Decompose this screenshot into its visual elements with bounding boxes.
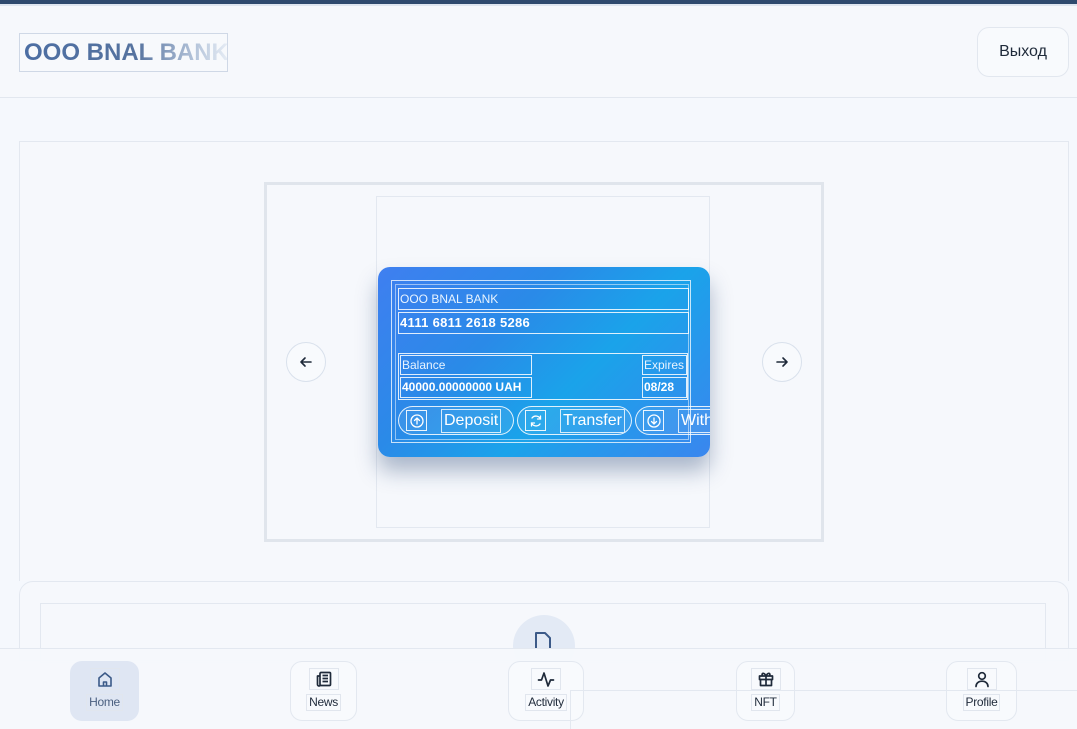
card-expires-label: Expires (642, 355, 687, 375)
app-header: OOO BNAL BANK Выход (0, 6, 1077, 98)
nav-news[interactable]: News (290, 661, 357, 721)
transfer-button[interactable]: Transfer (517, 406, 632, 435)
nav-profile[interactable]: Profile (946, 661, 1017, 721)
card-bank-name: OOO BNAL BANK (398, 288, 689, 310)
arrow-down-circle-icon (643, 410, 664, 431)
gift-icon (750, 668, 781, 690)
logout-button[interactable]: Выход (977, 27, 1069, 77)
nav-news-label: News (306, 694, 341, 711)
brand-logo[interactable]: OOO BNAL BANK (19, 33, 228, 72)
nav-home[interactable]: Home (70, 661, 139, 721)
card-balance-label: Balance (400, 355, 532, 375)
card-expires-value: 08/28 (642, 377, 687, 398)
deposit-label: Deposit (441, 408, 502, 433)
nav-nft[interactable]: NFT (736, 661, 795, 721)
transfer-label: Transfer (560, 408, 625, 433)
bottom-navigation: Home News Activity NFT Profile (0, 648, 1077, 729)
nav-divider (570, 690, 1077, 691)
card-actions: Deposit Transfer Withdraw (398, 406, 710, 436)
nav-home-label: Home (86, 694, 123, 711)
withdraw-button[interactable]: Withdraw (635, 406, 710, 435)
withdraw-label: Withdraw (678, 408, 710, 433)
brand-title: OOO BNAL BANK (24, 39, 228, 66)
nav-profile-label: Profile (962, 694, 1001, 711)
user-icon (966, 668, 997, 690)
deposit-button[interactable]: Deposit (398, 406, 514, 435)
nav-divider-vertical (570, 690, 571, 729)
carousel-prev-button[interactable] (286, 342, 326, 382)
bank-card[interactable]: OOO BNAL BANK 4111 6811 2618 5286 Balanc… (378, 267, 710, 457)
nav-nft-label: NFT (751, 694, 780, 711)
home-icon (89, 668, 120, 690)
card-balance-value: 40000.00000000 UAH (400, 377, 532, 398)
nav-activity-label: Activity (525, 694, 567, 711)
card-number: 4111 6811 2618 5286 (398, 312, 689, 334)
newspaper-icon (308, 668, 339, 690)
nav-activity[interactable]: Activity (508, 661, 584, 721)
refresh-icon (525, 410, 546, 431)
activity-icon (531, 668, 561, 690)
arrow-left-icon (300, 357, 312, 367)
arrow-right-icon (776, 357, 788, 367)
carousel-next-button[interactable] (762, 342, 802, 382)
arrow-up-circle-icon (406, 410, 427, 431)
